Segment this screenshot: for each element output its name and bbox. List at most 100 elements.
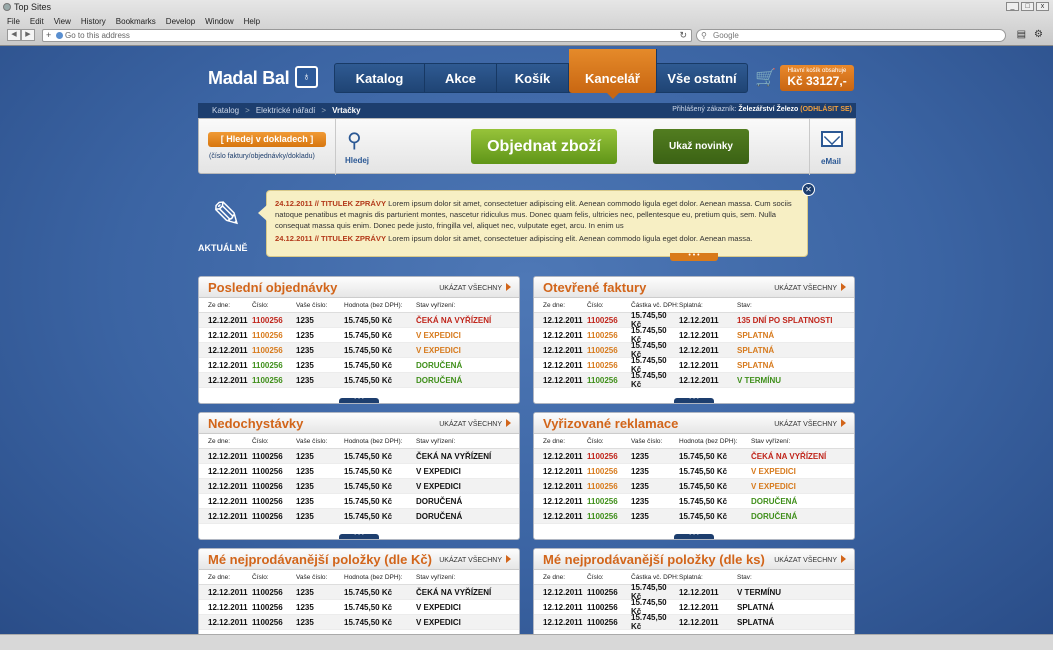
table-row[interactable]: 12.12.2011 1100256 1235 15.745,50 Kč ČEKÁ NA… bbox=[199, 449, 519, 464]
table-cell: 1100256 bbox=[587, 360, 618, 370]
show-news-button[interactable]: Ukaž novinky bbox=[653, 129, 749, 164]
minimize-icon[interactable]: _ bbox=[1006, 2, 1019, 11]
table-row[interactable]: 12.12.2011 1100256 1235 15.745,50 Kč DORUČEN… bbox=[534, 494, 854, 509]
table-row[interactable]: 12.12.2011 1100256 1235 15.745,50 Kč DORUČEN… bbox=[199, 509, 519, 524]
table-row[interactable]: 12.12.2011 1100256 1235 15.745,50 Kč V EXPED… bbox=[199, 615, 519, 630]
table-cell: DORUČENÁ bbox=[416, 375, 463, 385]
table-row[interactable]: 12.12.2011 1100256 1235 15.745,50 Kč V EXPED… bbox=[534, 479, 854, 494]
maximize-icon[interactable]: □ bbox=[1021, 2, 1034, 11]
table-row[interactable]: 12.12.2011 1100256 1235 15.745,50 Kč DORUČEN… bbox=[534, 509, 854, 524]
table-cell: 135 DNÍ PO SPLATNOSTI bbox=[737, 315, 833, 325]
table-row[interactable]: 12.12.2011 1100256 15.745,50 Kč 12.12.2011 S… bbox=[534, 356, 854, 374]
table-cell: 15.745,50 Kč bbox=[679, 511, 728, 521]
news-title[interactable]: TITULEK ZPRÁVY bbox=[321, 199, 386, 208]
breadcrumb-item[interactable]: Katalog bbox=[212, 106, 239, 115]
table-row[interactable]: 12.12.2011 1100256 15.745,50 Kč 12.12.2011 S… bbox=[534, 341, 854, 359]
magnifier-icon[interactable]: ⚲ bbox=[347, 128, 369, 152]
table-row[interactable]: 12.12.2011 1100256 15.745,50 Kč 12.12.2011 S… bbox=[534, 613, 854, 631]
table-row[interactable]: 12.12.2011 1100256 1235 15.745,50 Kč ČEKÁ NA… bbox=[199, 585, 519, 600]
panel-header: Mé nejprodávanější položky (dle Kč) UKÁZA… bbox=[199, 549, 519, 570]
menu-view[interactable]: View bbox=[54, 17, 71, 26]
forward-icon[interactable]: ▶ bbox=[21, 29, 35, 41]
document-search-button[interactable]: [ Hledej v dokladech ] bbox=[208, 132, 326, 147]
menu-file[interactable]: File bbox=[7, 17, 20, 26]
news-title[interactable]: TITULEK ZPRÁVY bbox=[321, 234, 386, 243]
show-all-link[interactable]: UKÁZAT VŠECHNY bbox=[439, 555, 511, 564]
table-cell: 1235 bbox=[296, 345, 314, 355]
table-row[interactable]: 12.12.2011 1100256 1235 15.745,50 Kč ČEKÁ NA… bbox=[199, 313, 519, 328]
table-row[interactable]: 12.12.2011 1100256 15.745,50 Kč 12.12.2011 V… bbox=[534, 583, 854, 601]
panel-expand-handle[interactable]: • • • bbox=[674, 532, 714, 539]
logout-link[interactable]: (ODHLÁSIT SE) bbox=[800, 106, 852, 113]
news-expand-handle[interactable]: • • • bbox=[670, 252, 718, 261]
show-all-link[interactable]: UKÁZAT VŠECHNY bbox=[439, 283, 511, 292]
table-row[interactable]: 12.12.2011 1100256 15.745,50 Kč 12.12.2011 S… bbox=[534, 598, 854, 616]
search-label[interactable]: Hledej bbox=[345, 156, 369, 165]
table-row[interactable]: 12.12.2011 1100256 1235 15.745,50 Kč V EXPED… bbox=[199, 464, 519, 479]
table-row[interactable]: 12.12.2011 1100256 15.745,50 Kč 12.12.2011 V… bbox=[534, 371, 854, 389]
panel-expand-handle[interactable]: • • • bbox=[674, 396, 714, 403]
divider bbox=[335, 119, 336, 175]
table-cell: 1100256 bbox=[252, 481, 283, 491]
cart-icon[interactable]: 🛒 bbox=[755, 68, 776, 88]
table-row[interactable]: 12.12.2011 1100256 1235 15.745,50 Kč V EXPED… bbox=[199, 479, 519, 494]
address-field[interactable]: + Go to this address ↻ bbox=[42, 29, 692, 42]
table-cell: 15.745,50 Kč bbox=[344, 466, 393, 476]
news-section-header: ✎ AKTUÁLNĚ bbox=[198, 194, 258, 254]
add-bookmark-icon[interactable]: + bbox=[46, 30, 51, 41]
table-row[interactable]: 12.12.2011 1100256 15.745,50 Kč 12.12.2011 S… bbox=[534, 326, 854, 344]
nav-kancelar[interactable]: Kancelář bbox=[569, 49, 657, 99]
email-label[interactable]: eMail bbox=[821, 157, 841, 166]
table-row[interactable]: 12.12.2011 1100256 1235 15.745,50 Kč V EXPED… bbox=[534, 464, 854, 479]
show-all-link[interactable]: UKÁZAT VŠECHNY bbox=[774, 419, 846, 428]
menu-bookmarks[interactable]: Bookmarks bbox=[116, 17, 156, 26]
column-header: Vaše číslo: bbox=[296, 573, 328, 581]
panel-backorders: Nedochystávky UKÁZAT VŠECHNY Ze dne: Číslo:… bbox=[198, 412, 520, 540]
pencil-icon: ✎ bbox=[211, 194, 243, 235]
menu-history[interactable]: History bbox=[81, 17, 106, 26]
table-row[interactable]: 12.12.2011 1100256 15.745,50 Kč 12.12.2011 1… bbox=[534, 311, 854, 329]
table-row[interactable]: 12.12.2011 1100256 1235 15.745,50 Kč DORUČEN… bbox=[199, 494, 519, 509]
panel-expand-handle[interactable]: • • • bbox=[339, 532, 379, 539]
column-header: Hodnota (bez DPH): bbox=[344, 437, 403, 445]
nav-katalog[interactable]: Katalog bbox=[335, 64, 425, 92]
table-row[interactable]: 12.12.2011 1100256 1235 15.745,50 Kč V EXPED… bbox=[199, 343, 519, 358]
menu-window[interactable]: Window bbox=[205, 17, 233, 26]
menu-edit[interactable]: Edit bbox=[30, 17, 44, 26]
table-row[interactable]: 12.12.2011 1100256 1235 15.745,50 Kč ČEKÁ NA… bbox=[534, 449, 854, 464]
panel-expand-handle[interactable]: • • • bbox=[339, 396, 379, 403]
nav-vse-ostatni[interactable]: Vše ostatní bbox=[657, 64, 747, 92]
table-cell: 1235 bbox=[631, 451, 649, 461]
mail-icon[interactable] bbox=[821, 131, 843, 147]
table-row[interactable]: 12.12.2011 1100256 1235 15.745,50 Kč V EXPED… bbox=[199, 328, 519, 343]
menu-help[interactable]: Help bbox=[244, 17, 260, 26]
close-window-icon[interactable]: x bbox=[1036, 2, 1049, 11]
horizontal-scrollbar[interactable] bbox=[0, 634, 1053, 650]
reload-icon[interactable]: ↻ bbox=[679, 30, 687, 41]
close-icon[interactable]: ✕ bbox=[802, 183, 815, 196]
table-row[interactable]: 12.12.2011 1100256 1235 15.745,50 Kč DORUČEN… bbox=[199, 373, 519, 388]
page-menu-icon[interactable]: ▤ bbox=[1017, 29, 1026, 40]
table-row[interactable]: 12.12.2011 1100256 1235 15.745,50 Kč V EXPED… bbox=[199, 600, 519, 615]
breadcrumb-item[interactable]: Elektrické nářadí bbox=[256, 106, 316, 115]
table-row[interactable]: 12.12.2011 1100256 1235 15.745,50 Kč DORUČEN… bbox=[199, 358, 519, 373]
panel-title: Mé nejprodávanější položky (dle ks) bbox=[543, 552, 765, 567]
column-header: Vaše číslo: bbox=[296, 437, 328, 445]
panel-top-items-czk: Mé nejprodávanější položky (dle Kč) UKÁZA… bbox=[198, 548, 520, 634]
table-cell: 12.12.2011 bbox=[543, 375, 583, 385]
back-icon[interactable]: ◀ bbox=[7, 29, 21, 41]
column-header: Číslo: bbox=[252, 573, 269, 581]
site-logo[interactable]: Madal Bal bbox=[208, 68, 290, 89]
show-all-link[interactable]: UKÁZAT VŠECHNY bbox=[439, 419, 511, 428]
browser-search-field[interactable]: ⚲ Google bbox=[696, 29, 1006, 42]
show-all-link[interactable]: UKÁZAT VŠECHNY bbox=[774, 555, 846, 564]
menu-develop[interactable]: Develop bbox=[166, 17, 195, 26]
show-all-link[interactable]: UKÁZAT VŠECHNY bbox=[774, 283, 846, 292]
column-header: Číslo: bbox=[587, 301, 604, 309]
order-goods-button[interactable]: Objednat zboží bbox=[471, 129, 617, 164]
table-cell: 15.745,50 Kč bbox=[344, 481, 393, 491]
cart-summary[interactable]: Hlavní košík obsahuje Kč 33127,- bbox=[780, 65, 854, 91]
gear-icon[interactable]: ⚙ bbox=[1034, 29, 1043, 40]
nav-kosik[interactable]: Košík bbox=[497, 64, 569, 92]
nav-akce[interactable]: Akce bbox=[425, 64, 497, 92]
